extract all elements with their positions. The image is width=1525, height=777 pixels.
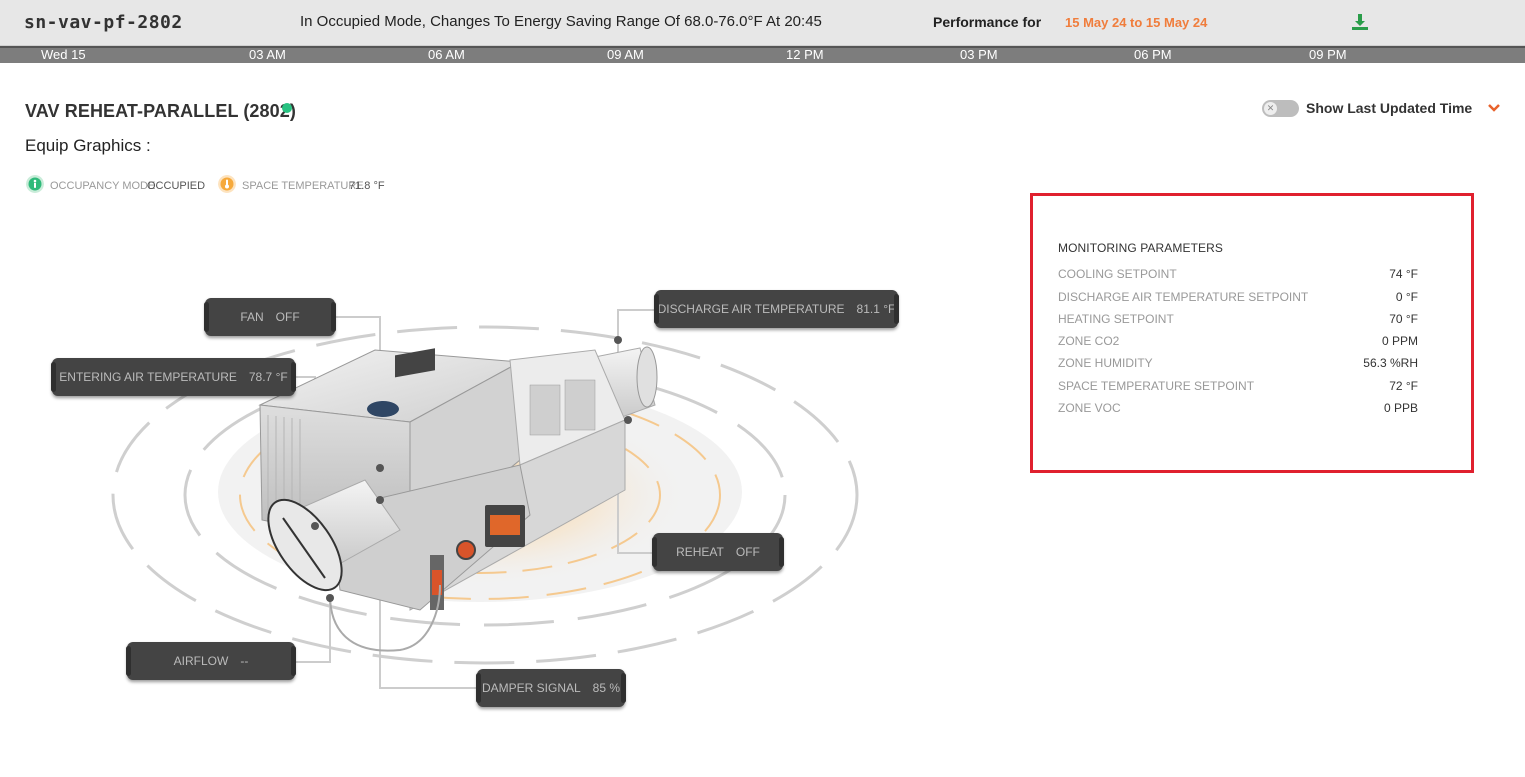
last-updated-toggle-label: Show Last Updated Time bbox=[1306, 100, 1473, 116]
monitoring-row-label: ZONE HUMIDITY bbox=[1058, 356, 1153, 370]
discharge-air-temperature-tag: DISCHARGE AIR TEMPERATURE 81.1 °F bbox=[654, 290, 899, 328]
occupancy-mode-value: OCCUPIED bbox=[147, 180, 206, 192]
monitoring-row: ZONE CO2 0 PPM bbox=[1058, 334, 1418, 350]
monitoring-row-value: 70 °F bbox=[1389, 312, 1418, 326]
space-temperature-label: SPACE TEMPERATURE bbox=[242, 180, 364, 192]
toggle-off-icon: ✕ bbox=[1264, 102, 1277, 115]
fan-tag: FAN OFF bbox=[204, 298, 336, 336]
monitoring-parameters-panel: MONITORING PARAMETERS COOLING SETPOINT 7… bbox=[1030, 193, 1474, 473]
occupancy-mode-label: OCCUPANCY MODE bbox=[50, 180, 156, 192]
airflow-tag: AIRFLOW -- bbox=[126, 642, 296, 680]
monitoring-row-label: HEATING SETPOINT bbox=[1058, 312, 1174, 326]
monitoring-row-label: DISCHARGE AIR TEMPERATURE SETPOINT bbox=[1058, 290, 1309, 304]
timeline-tick: 03 PM bbox=[960, 47, 998, 62]
monitoring-row-label: COOLING SETPOINT bbox=[1058, 267, 1177, 281]
status-message: In Occupied Mode, Changes To Energy Savi… bbox=[300, 13, 822, 30]
monitoring-row: HEATING SETPOINT 70 °F bbox=[1058, 312, 1418, 328]
timeline-line bbox=[0, 46, 1525, 48]
monitoring-row-label: ZONE VOC bbox=[1058, 401, 1121, 415]
performance-label: Performance for bbox=[933, 14, 1042, 30]
fan-value: OFF bbox=[275, 310, 300, 324]
discharge-air-temperature-value: 81.1 °F bbox=[856, 302, 896, 316]
fan-label: FAN bbox=[240, 310, 264, 324]
timeline-tick: 06 PM bbox=[1134, 47, 1172, 62]
monitoring-row-value: 74 °F bbox=[1389, 267, 1418, 281]
monitoring-row-value: 72 °F bbox=[1389, 379, 1418, 393]
space-temperature-value: 71.8 °F bbox=[349, 180, 385, 192]
timeline-tick: Wed 15 bbox=[41, 47, 86, 62]
timeline-tick: 12 PM bbox=[786, 47, 824, 62]
equipment-title: VAV REHEAT-PARALLEL (2802) bbox=[25, 101, 296, 121]
discharge-air-temperature-label: DISCHARGE AIR TEMPERATURE bbox=[657, 302, 845, 316]
reheat-tag: REHEAT OFF bbox=[652, 533, 784, 571]
equip-graphics-heading: Equip Graphics : bbox=[25, 136, 151, 155]
reheat-label: REHEAT bbox=[676, 545, 724, 559]
monitoring-row-value: 0 PPM bbox=[1381, 334, 1418, 348]
timeline-tick: 06 AM bbox=[428, 47, 465, 62]
monitoring-row-label: SPACE TEMPERATURE SETPOINT bbox=[1058, 379, 1255, 393]
monitoring-row-value: 56.3 %RH bbox=[1363, 356, 1418, 370]
airflow-label: AIRFLOW bbox=[173, 654, 229, 668]
monitoring-row-value: 0 PPB bbox=[1383, 401, 1418, 415]
occupancy-icon bbox=[26, 175, 44, 193]
chevron-down-icon[interactable] bbox=[1487, 101, 1501, 115]
monitoring-row: DISCHARGE AIR TEMPERATURE SETPOINT 0 °F bbox=[1058, 290, 1418, 306]
online-status-dot bbox=[282, 103, 292, 113]
entering-air-temperature-tag: ENTERING AIR TEMPERATURE 78.7 °F bbox=[51, 358, 296, 396]
timeline-tick: 09 AM bbox=[607, 47, 644, 62]
download-icon[interactable] bbox=[1351, 13, 1369, 31]
device-name: sn-vav-pf-2802 bbox=[24, 12, 183, 33]
airflow-value: -- bbox=[240, 654, 249, 668]
monitoring-row-value: 0 °F bbox=[1395, 290, 1418, 304]
reheat-value: OFF bbox=[735, 545, 760, 559]
monitoring-parameters-title: MONITORING PARAMETERS bbox=[1058, 241, 1224, 255]
timeline-tick: 03 AM bbox=[249, 47, 286, 62]
monitoring-row: ZONE VOC 0 PPB bbox=[1058, 401, 1418, 417]
last-updated-toggle[interactable]: ✕ bbox=[1262, 100, 1299, 117]
entering-air-temperature-label: ENTERING AIR TEMPERATURE bbox=[59, 370, 237, 384]
entering-air-temperature-value: 78.7 °F bbox=[248, 370, 288, 384]
damper-signal-label: DAMPER SIGNAL bbox=[481, 681, 581, 695]
thermometer-icon bbox=[218, 175, 236, 193]
performance-date-range[interactable]: 15 May 24 to 15 May 24 bbox=[1065, 15, 1207, 30]
monitoring-row: SPACE TEMPERATURE SETPOINT 72 °F bbox=[1058, 379, 1418, 395]
damper-signal-tag: DAMPER SIGNAL 85 % bbox=[476, 669, 626, 707]
monitoring-row-label: ZONE CO2 bbox=[1058, 334, 1120, 348]
timeline-bar[interactable]: Wed 15 03 AM 06 AM 09 AM 12 PM 03 PM 06 … bbox=[0, 46, 1525, 63]
monitoring-row: COOLING SETPOINT 74 °F bbox=[1058, 267, 1418, 283]
monitoring-row: ZONE HUMIDITY 56.3 %RH bbox=[1058, 356, 1418, 372]
timeline-tick: 09 PM bbox=[1309, 47, 1347, 62]
damper-signal-value: 85 % bbox=[592, 681, 621, 695]
header-bar: sn-vav-pf-2802 In Occupied Mode, Changes… bbox=[0, 0, 1525, 46]
